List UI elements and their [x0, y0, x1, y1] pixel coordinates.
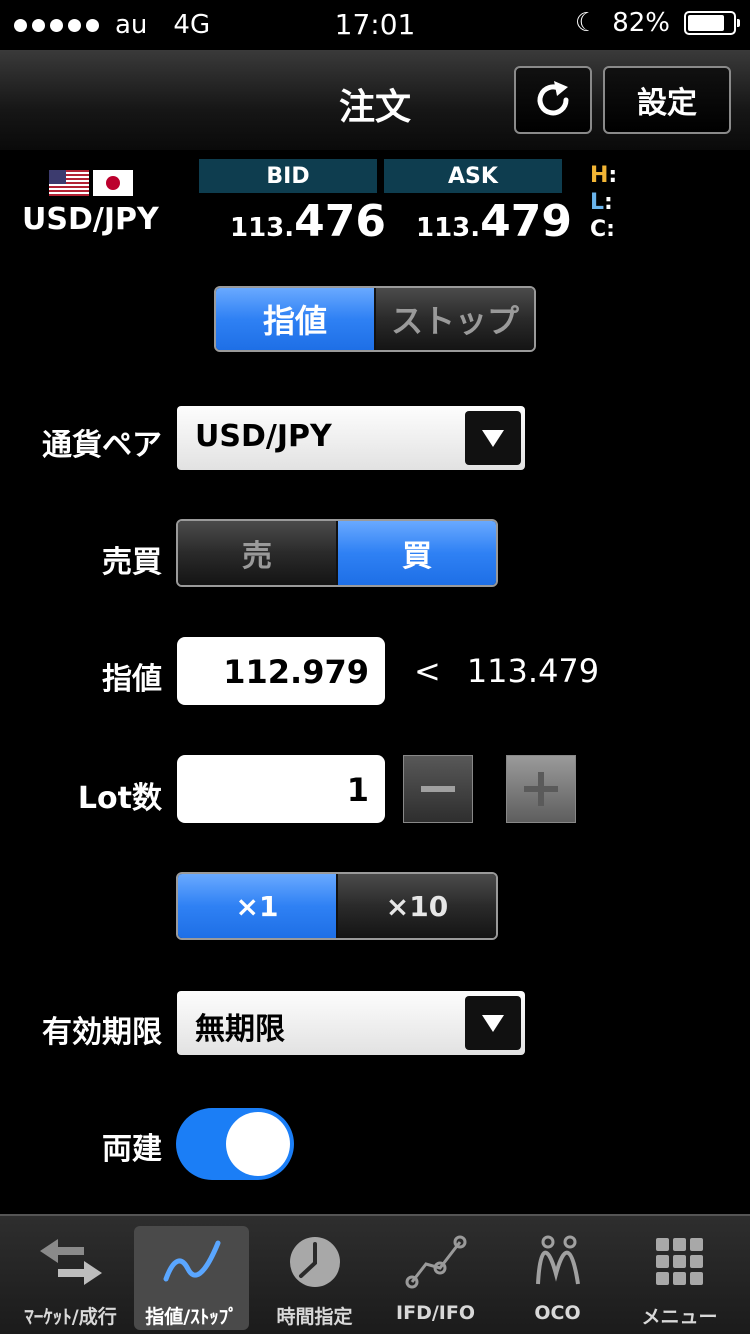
buy-button[interactable]: 買 — [338, 521, 496, 585]
swap-arrows-icon — [39, 1239, 102, 1285]
expiry-value: 無期限 — [195, 1012, 285, 1047]
bid-price-pips: 476 — [294, 196, 387, 247]
close-row: C: — [590, 216, 617, 243]
minus-icon — [421, 772, 455, 806]
hedge-field-label: 両建 — [102, 1132, 162, 1167]
order-type-limit-button[interactable]: 指値 — [216, 288, 374, 350]
status-bar: au 4G 17:01 ☾ 82% — [0, 0, 750, 50]
line-chart-icon — [163, 1240, 220, 1282]
toggle-knob — [226, 1112, 290, 1176]
tab-ifd-ifo[interactable]: IFD/IFO — [378, 1226, 493, 1330]
lot-multiplier-segmented: ×1 ×10 — [176, 872, 498, 940]
tab-bar: ﾏｰｹｯﾄ/成行 指値/ｽﾄｯﾌﾟ 時間指定 IFD/IFO OCO メニュー — [0, 1214, 750, 1334]
grid-menu-icon — [655, 1238, 703, 1285]
clock-icon — [289, 1237, 340, 1287]
nav-bar: 注文 設定 — [0, 50, 750, 150]
order-type-segmented: 指値 ストップ — [214, 286, 536, 352]
close-label: C — [590, 217, 607, 242]
currency-pair-value: USD/JPY — [195, 419, 332, 454]
dropdown-arrow-icon — [465, 996, 521, 1050]
status-right: ☾ 82% — [574, 8, 740, 38]
tab-menu[interactable]: メニュー — [622, 1226, 737, 1330]
ask-price-pips: 479 — [480, 196, 573, 247]
ask-price: 113.479 — [416, 196, 572, 247]
high-row: H: — [590, 162, 617, 189]
price-field-label: 指値 — [102, 662, 162, 697]
settings-button[interactable]: 設定 — [603, 66, 731, 134]
us-flag-icon — [49, 170, 89, 196]
low-colon: : — [604, 190, 613, 215]
increment-button[interactable] — [506, 755, 576, 823]
currency-pair-dropdown[interactable]: USD/JPY — [177, 406, 525, 470]
expiry-dropdown[interactable]: 無期限 — [177, 991, 525, 1055]
compare-value: 113.479 — [466, 652, 600, 690]
lot-field-label: Lot数 — [77, 781, 162, 816]
battery-fill — [688, 15, 725, 31]
tab-label: メニュー — [641, 1306, 718, 1328]
price-comparison: <113.479 — [414, 652, 599, 690]
tab-label: 時間指定 — [276, 1306, 353, 1328]
bid-header: BID — [199, 159, 377, 193]
side-field-label: 売買 — [102, 545, 162, 580]
order-type-stop-button[interactable]: ストップ — [376, 288, 534, 350]
ask-price-prefix: 113. — [416, 213, 481, 243]
tab-limit-stop[interactable]: 指値/ｽﾄｯﾌﾟ — [134, 1226, 249, 1330]
battery-icon — [684, 11, 740, 35]
ask-header: ASK — [384, 159, 562, 193]
refresh-icon — [537, 81, 569, 116]
oco-chart-icon — [535, 1235, 580, 1285]
battery-percent: 82% — [612, 8, 670, 38]
tab-oco[interactable]: OCO — [500, 1226, 615, 1330]
tab-label: ﾏｰｹｯﾄ/成行 — [24, 1306, 117, 1328]
tab-label: 指値/ｽﾄｯﾌﾟ — [145, 1306, 238, 1328]
currency-pair-label: USD/JPY — [22, 202, 159, 237]
tab-time-specified[interactable]: 時間指定 — [257, 1226, 372, 1330]
lot-quantity-input[interactable]: 1 — [177, 755, 385, 823]
do-not-disturb-icon: ☾ — [574, 8, 599, 38]
bid-price-prefix: 113. — [230, 213, 295, 243]
compare-symbol: < — [414, 652, 441, 690]
bid-price: 113.476 — [230, 196, 386, 247]
pair-field-label: 通貨ペア — [42, 428, 162, 463]
refresh-button[interactable] — [514, 66, 592, 134]
hedge-toggle[interactable] — [176, 1108, 294, 1180]
ifd-chart-icon — [405, 1235, 466, 1289]
expiry-field-label: 有効期限 — [42, 1015, 162, 1050]
sell-button[interactable]: 売 — [178, 521, 336, 585]
low-label: L — [590, 190, 605, 215]
multiplier-x1-button[interactable]: ×1 — [178, 874, 336, 938]
currency-flags — [49, 170, 133, 196]
decrement-button[interactable] — [403, 755, 473, 823]
buy-sell-segmented: 売 買 — [176, 519, 498, 587]
tab-label: OCO — [534, 1302, 581, 1324]
high-low-close: H: L: C: — [590, 162, 617, 243]
multiplier-x10-button[interactable]: ×10 — [338, 874, 496, 938]
high-label: H — [590, 163, 609, 188]
high-colon: : — [608, 163, 618, 188]
tab-market-order[interactable]: ﾏｰｹｯﾄ/成行 — [13, 1226, 128, 1330]
tab-label: IFD/IFO — [396, 1302, 475, 1324]
japan-flag-icon — [93, 170, 133, 196]
dropdown-arrow-icon — [465, 411, 521, 465]
limit-price-input[interactable]: 112.979 — [177, 637, 385, 705]
plus-icon — [524, 772, 558, 806]
low-row: L: — [590, 189, 617, 216]
close-colon: : — [606, 217, 615, 242]
